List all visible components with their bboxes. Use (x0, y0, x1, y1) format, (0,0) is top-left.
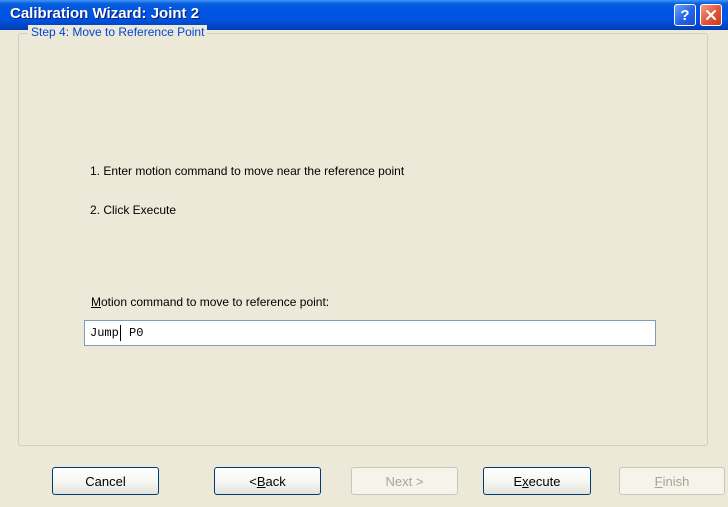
step-title: Step 4: Move to Reference Point (28, 25, 208, 39)
label-mnemonic: M (91, 295, 101, 309)
instruction-2: 2. Click Execute (90, 203, 177, 217)
finish-button-mnemonic: F (654, 473, 663, 489)
execute-button-prefix: E (513, 473, 523, 489)
text-caret (119, 324, 121, 341)
label-text: otion command to move to reference point… (101, 295, 330, 309)
back-button[interactable]: < Back (214, 467, 321, 495)
finish-button[interactable]: Finish (619, 467, 725, 495)
close-icon (705, 9, 717, 21)
back-button-mnemonic: B (256, 473, 266, 489)
input-text-before-caret: Jump (90, 326, 119, 340)
cancel-button[interactable]: Cancel (52, 467, 159, 495)
motion-command-input[interactable]: Jump P0 (84, 320, 656, 346)
back-button-rest: ack (265, 473, 286, 489)
motion-command-label: Motion command to move to reference poin… (91, 295, 329, 309)
instruction-1: 1. Enter motion command to move near the… (90, 164, 405, 178)
finish-button-rest: inish (662, 473, 690, 489)
next-button-label: Next > (385, 473, 424, 489)
back-button-prefix: < (249, 473, 257, 489)
cancel-button-label: Cancel (85, 473, 126, 489)
window-title: Calibration Wizard: Joint 2 (10, 5, 200, 22)
help-button[interactable]: ? (674, 4, 696, 26)
help-icon: ? (680, 6, 690, 24)
close-button[interactable] (700, 4, 722, 26)
step-group-box (18, 33, 708, 446)
execute-button[interactable]: Ex ecute (483, 467, 591, 495)
execute-button-rest: ecute (528, 473, 561, 489)
input-text-after-caret: P0 (121, 326, 144, 340)
next-button[interactable]: Next > (351, 467, 458, 495)
